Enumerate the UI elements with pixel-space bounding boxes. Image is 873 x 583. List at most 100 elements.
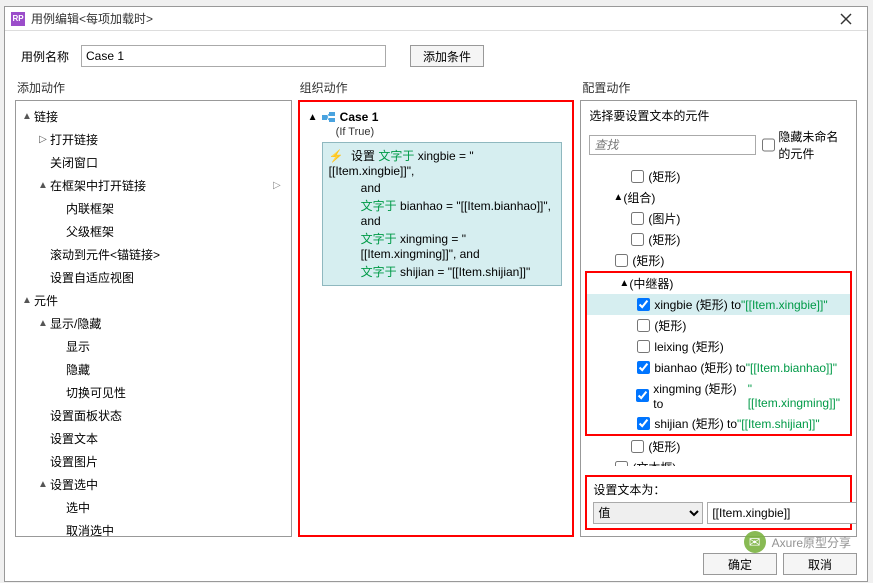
tree-item[interactable]: ▲显示/隐藏 — [16, 312, 291, 335]
name-label: 用例名称 — [21, 48, 69, 65]
col-header-cfg: 配置动作 — [580, 77, 857, 100]
dialog-window: RP 用例编辑<每项加载时> 用例名称 添加条件 添加动作 ▲链接▷打开链接关闭… — [4, 6, 868, 582]
tree-item-label: 取消选中 — [66, 522, 114, 537]
widget-value: "[[Item.bianhao]]" — [746, 361, 837, 375]
widget-checkbox[interactable] — [615, 461, 628, 466]
search-input[interactable] — [589, 135, 756, 155]
tree-item[interactable]: 取消选中 — [16, 519, 291, 537]
tree-item-label: 设置自适应视图 — [50, 269, 134, 286]
organize-actions-column: 组织动作 ▲ Case 1 (If True) ⚡ 设置 文字于 xi — [298, 77, 575, 537]
tree-item-label: 设置面板状态 — [50, 407, 122, 424]
widget-row[interactable]: leixing (矩形) — [587, 336, 850, 357]
titlebar: RP 用例编辑<每项加载时> — [5, 7, 867, 31]
tree-item[interactable]: 设置文本 — [16, 427, 291, 450]
widget-label: (中继器) — [629, 275, 673, 292]
tree-item-label: 元件 — [34, 292, 58, 309]
set-text-action[interactable]: ⚡ 设置 文字于 xingbie = "[[Item.xingbie]]", a… — [322, 142, 563, 286]
configure-actions-column: 配置动作 选择要设置文本的元件 隐藏未命名的元件 (矩形)▲(组合)(图片)(矩… — [580, 77, 857, 537]
widget-label: (矩形) — [648, 231, 680, 248]
tree-twisty-icon: ▲ — [38, 180, 48, 191]
tree-item-label: 滚动到元件<锚链接> — [50, 246, 160, 263]
widget-checkbox[interactable] — [615, 254, 628, 267]
app-logo-icon: RP — [11, 12, 25, 26]
widget-row[interactable]: ▲(组合) — [581, 187, 856, 208]
widget-row[interactable]: xingbie (矩形) to "[[Item.xingbie]]" — [587, 294, 850, 315]
widget-value: "[[Item.xingming]]" — [748, 382, 842, 410]
tree-item[interactable]: 设置面板状态 — [16, 404, 291, 427]
tree-twisty-icon: ▲ — [22, 295, 32, 306]
case-name-input[interactable] — [81, 45, 386, 67]
window-title: 用例编辑<每项加载时> — [31, 10, 831, 27]
value-input[interactable] — [707, 502, 857, 524]
widget-row[interactable]: (矩形) — [581, 166, 856, 187]
widget-row[interactable]: (矩形) — [581, 229, 856, 250]
add-actions-panel: ▲链接▷打开链接关闭窗口▲在框架中打开链接▷内联框架父级框架滚动到元件<锚链接>… — [15, 100, 292, 537]
widget-row[interactable]: (矩形) — [581, 250, 856, 271]
action-kw: 文字于 — [378, 149, 414, 163]
select-widgets-label: 选择要设置文本的元件 — [589, 107, 709, 124]
hide-unnamed-label[interactable]: 隐藏未命名的元件 — [762, 128, 848, 162]
case-row[interactable]: ▲ Case 1 — [306, 108, 567, 126]
tree-item-label: 在框架中打开链接 — [50, 177, 146, 194]
widget-value: "[[Item.xingbie]]" — [741, 298, 828, 312]
widget-checkbox[interactable] — [637, 361, 650, 374]
widget-row[interactable]: xingming (矩形) to "[[Item.xingming]]" — [587, 378, 850, 413]
widget-row[interactable]: bianhao (矩形) to "[[Item.bianhao]]" — [587, 357, 850, 378]
widget-label: xingbie (矩形) to — [654, 296, 741, 313]
widget-checkbox[interactable] — [637, 319, 650, 332]
widget-checkbox[interactable] — [631, 440, 644, 453]
and-kw: and — [361, 181, 381, 195]
widget-row[interactable]: ▲(中继器) — [587, 273, 850, 294]
widget-row[interactable]: shijian (矩形) to "[[Item.shijian]]" — [587, 413, 850, 434]
widget-checkbox[interactable] — [631, 233, 644, 246]
widget-label: (图片) — [648, 210, 680, 227]
widget-checkbox[interactable] — [631, 170, 644, 183]
tree-item[interactable]: ▲链接 — [16, 105, 291, 128]
tree-item-label: 设置选中 — [50, 476, 98, 493]
widget-checkbox[interactable] — [631, 212, 644, 225]
action-subline: 文字于 bianhao = "[[Item.bianhao]]", and — [361, 196, 556, 229]
widget-row[interactable]: (矩形) — [581, 436, 856, 457]
widget-row[interactable]: (文本框) — [581, 457, 856, 466]
tree-item-label: 显示 — [66, 338, 90, 355]
tree-item[interactable]: 关闭窗口 — [16, 151, 291, 174]
ok-button[interactable]: 确定 — [703, 553, 777, 575]
widget-row[interactable]: (矩形) — [587, 315, 850, 336]
tree-item[interactable]: ▲在框架中打开链接▷ — [16, 174, 291, 197]
tree-item[interactable]: 内联框架 — [16, 197, 291, 220]
tree-item[interactable]: 切换可见性 — [16, 381, 291, 404]
tree-item[interactable]: 显示 — [16, 335, 291, 358]
widget-row[interactable]: (图片) — [581, 208, 856, 229]
set-text-config: 设置文本为： 值 fx — [585, 475, 852, 530]
tree-item[interactable]: 设置自适应视图 — [16, 266, 291, 289]
action-prefix: 设置 — [351, 149, 375, 163]
hide-unnamed-checkbox[interactable] — [762, 135, 775, 155]
tree-item[interactable]: ▲设置选中 — [16, 473, 291, 496]
tree-item[interactable]: 父级框架 — [16, 220, 291, 243]
widget-checkbox[interactable] — [637, 340, 650, 353]
widget-checkbox[interactable] — [637, 417, 650, 430]
tree-item[interactable]: 选中 — [16, 496, 291, 519]
tree-item[interactable]: ▲元件 — [16, 289, 291, 312]
close-button[interactable] — [831, 9, 861, 29]
tree-twisty-icon: ▷ — [38, 134, 48, 145]
configure-actions-panel: 选择要设置文本的元件 隐藏未命名的元件 (矩形)▲(组合)(图片)(矩形)(矩形… — [580, 100, 857, 537]
tree-item[interactable]: 隐藏 — [16, 358, 291, 381]
add-condition-button[interactable]: 添加条件 — [410, 45, 484, 67]
tree-item-label: 关闭窗口 — [50, 154, 98, 171]
tree-twisty-icon: ▲ — [619, 278, 629, 289]
widget-checkbox[interactable] — [636, 389, 649, 402]
col-header-org: 组织动作 — [298, 77, 575, 100]
cancel-button[interactable]: 取消 — [783, 553, 857, 575]
widget-label: xingming (矩形) to — [653, 380, 747, 411]
tree-item[interactable]: 设置图片 — [16, 450, 291, 473]
tree-item[interactable]: ▷打开链接 — [16, 128, 291, 151]
repeater-group: ▲(中继器)xingbie (矩形) to "[[Item.xingbie]]"… — [585, 271, 852, 436]
value-type-select[interactable]: 值 — [593, 502, 703, 524]
tree-item-label: 隐藏 — [66, 361, 90, 378]
widget-label: leixing (矩形) — [654, 338, 723, 355]
widget-label: (组合) — [623, 189, 655, 206]
widget-checkbox[interactable] — [637, 298, 650, 311]
tree-twisty-icon: ▲ — [613, 192, 623, 203]
tree-item[interactable]: 滚动到元件<锚链接> — [16, 243, 291, 266]
